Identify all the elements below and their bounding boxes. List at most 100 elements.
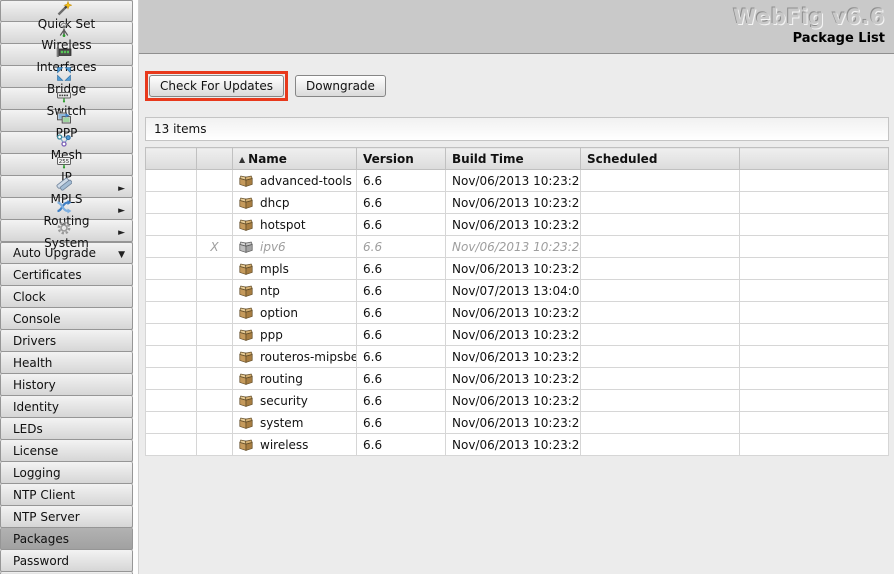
sidebar-item-drivers[interactable]: Drivers <box>0 330 133 352</box>
build-time-cell: Nov/06/2013 10:23:28 <box>446 434 581 456</box>
disabled-flag-cell <box>197 390 233 412</box>
package-name-cell: system <box>233 412 357 434</box>
sidebar-item-mpls[interactable]: MPLS► <box>0 176 133 198</box>
sidebar-item-health[interactable]: Health <box>0 352 133 374</box>
sidebar-item-routing[interactable]: Routing► <box>0 198 133 220</box>
package-icon <box>239 395 253 407</box>
sidebar-item-system[interactable]: System▼ <box>0 220 133 242</box>
sidebar-item-packages[interactable]: Packages <box>0 528 133 550</box>
scheduled-cell <box>581 214 740 236</box>
sidebar-item-label: License <box>13 444 58 458</box>
sidebar-item-ip[interactable]: 255IP► <box>0 154 133 176</box>
sidebar-item-label: Packages <box>13 532 69 546</box>
build-time-cell: Nov/06/2013 10:23:28 <box>446 192 581 214</box>
sidebar-item-auto-upgrade[interactable]: Auto Upgrade <box>0 242 133 264</box>
sidebar-item-license[interactable]: License <box>0 440 133 462</box>
version-cell: 6.6 <box>357 302 446 324</box>
package-icon <box>239 329 253 341</box>
check-for-updates-button[interactable]: Check For Updates <box>149 75 284 97</box>
package-row-wireless[interactable]: wireless6.6Nov/06/2013 10:23:28 <box>146 434 889 456</box>
package-row-ipv6[interactable]: Xipv66.6Nov/06/2013 10:23:28 <box>146 236 889 258</box>
switch-icon <box>55 88 72 104</box>
column-header-version[interactable]: Version <box>357 148 446 170</box>
package-row-security[interactable]: security6.6Nov/06/2013 10:23:28 <box>146 390 889 412</box>
sidebar-item-quick-set[interactable]: Quick Set <box>0 0 133 22</box>
package-row-option[interactable]: option6.6Nov/06/2013 10:23:28 <box>146 302 889 324</box>
column-header-scheduled[interactable]: Scheduled <box>581 148 740 170</box>
column-header-build-time[interactable]: Build Time <box>446 148 581 170</box>
version-cell: 6.6 <box>357 434 446 456</box>
package-row-dhcp[interactable]: dhcp6.6Nov/06/2013 10:23:28 <box>146 192 889 214</box>
build-time-cell: Nov/06/2013 10:23:28 <box>446 214 581 236</box>
check-for-updates-highlight: Check For Updates <box>145 71 288 101</box>
disabled-flag-cell <box>197 280 233 302</box>
sidebar-item-label: Health <box>13 356 52 370</box>
package-icon <box>239 285 253 297</box>
version-cell: 6.6 <box>357 412 446 434</box>
package-name-cell: security <box>233 390 357 412</box>
package-row-system[interactable]: system6.6Nov/06/2013 10:23:28 <box>146 412 889 434</box>
webfig-app: Quick SetWirelessInterfacesBridgeSwitchP… <box>0 0 894 574</box>
sidebar-item-password[interactable]: Password <box>0 550 133 572</box>
package-row-routing[interactable]: routing6.6Nov/06/2013 10:23:28 <box>146 368 889 390</box>
build-time-cell: Nov/06/2013 10:23:28 <box>446 412 581 434</box>
package-name-cell: routing <box>233 368 357 390</box>
sidebar-item-logging[interactable]: Logging <box>0 462 133 484</box>
items-count-bar: 13 items <box>145 117 889 141</box>
sidebar-item-leds[interactable]: LEDs <box>0 418 133 440</box>
package-row-ppp[interactable]: ppp6.6Nov/06/2013 10:23:28 <box>146 324 889 346</box>
spacer-cell <box>740 346 889 368</box>
sidebar-main-menu: Quick SetWirelessInterfacesBridgeSwitchP… <box>0 0 133 242</box>
network-card-icon <box>55 44 72 60</box>
sidebar-item-interfaces[interactable]: Interfaces <box>0 44 133 66</box>
bridge-arrows-icon <box>55 66 72 82</box>
spacer-cell <box>740 390 889 412</box>
sidebar-item-certificates[interactable]: Certificates <box>0 264 133 286</box>
sidebar-item-wireless[interactable]: Wireless <box>0 22 133 44</box>
sidebar-item-label: Identity <box>13 400 59 414</box>
sidebar-item-label: History <box>13 378 56 392</box>
mpls-tags-icon <box>55 176 72 192</box>
sidebar-item-label: NTP Server <box>13 510 80 524</box>
disabled-flag-cell <box>197 214 233 236</box>
sidebar-item-ppp[interactable]: PPP <box>0 110 133 132</box>
sidebar-system-submenu: Auto Upgrade Certificates Clock ConsoleDriv… <box>0 242 133 574</box>
disabled-flag-cell: X <box>197 236 233 258</box>
package-name: ntp <box>260 284 280 298</box>
version-cell: 6.6 <box>357 192 446 214</box>
row-select-cell <box>146 434 197 456</box>
build-time-cell: Nov/07/2013 13:04:08 <box>446 280 581 302</box>
sidebar-item-clock[interactable]: Clock <box>0 286 133 308</box>
package-name: mpls <box>260 262 289 276</box>
sidebar-item-label: Auto Upgrade <box>13 246 96 260</box>
package-row-routeros-mipsbe[interactable]: routeros-mipsbe6.6Nov/06/2013 10:23:28 <box>146 346 889 368</box>
column-header-name[interactable]: ▲Name <box>233 148 357 170</box>
sidebar-item-ntp-server[interactable]: NTP Server <box>0 506 133 528</box>
sidebar-item-switch[interactable]: Switch <box>0 88 133 110</box>
sidebar-item-history[interactable]: History <box>0 374 133 396</box>
sidebar: Quick SetWirelessInterfacesBridgeSwitchP… <box>0 0 133 574</box>
package-row-mpls[interactable]: mpls6.6Nov/06/2013 10:23:28 <box>146 258 889 280</box>
content-area: Check For Updates Downgrade 13 items ▲Na… <box>139 54 894 574</box>
sidebar-item-ntp-client[interactable]: NTP Client <box>0 484 133 506</box>
spacer-cell <box>740 258 889 280</box>
sidebar-item-identity[interactable]: Identity <box>0 396 133 418</box>
package-row-ntp[interactable]: ntp6.6Nov/07/2013 13:04:08 <box>146 280 889 302</box>
row-select-cell <box>146 170 197 192</box>
downgrade-button[interactable]: Downgrade <box>295 75 386 97</box>
spacer-cell <box>740 434 889 456</box>
sidebar-item-label: Clock <box>13 290 46 304</box>
sidebar-item-bridge[interactable]: Bridge <box>0 66 133 88</box>
scheduled-cell <box>581 390 740 412</box>
build-time-cell: Nov/06/2013 10:23:28 <box>446 390 581 412</box>
scheduled-cell <box>581 280 740 302</box>
package-row-hotspot[interactable]: hotspot6.6Nov/06/2013 10:23:28 <box>146 214 889 236</box>
column-header-empty-1 <box>197 148 233 170</box>
scheduled-cell <box>581 434 740 456</box>
sidebar-item-mesh[interactable]: Mesh <box>0 132 133 154</box>
disabled-flag-cell <box>197 434 233 456</box>
package-name: security <box>260 394 308 408</box>
sidebar-item-console[interactable]: Console <box>0 308 133 330</box>
package-row-advanced-tools[interactable]: advanced-tools6.6Nov/06/2013 10:23:28 <box>146 170 889 192</box>
spacer-cell <box>740 280 889 302</box>
